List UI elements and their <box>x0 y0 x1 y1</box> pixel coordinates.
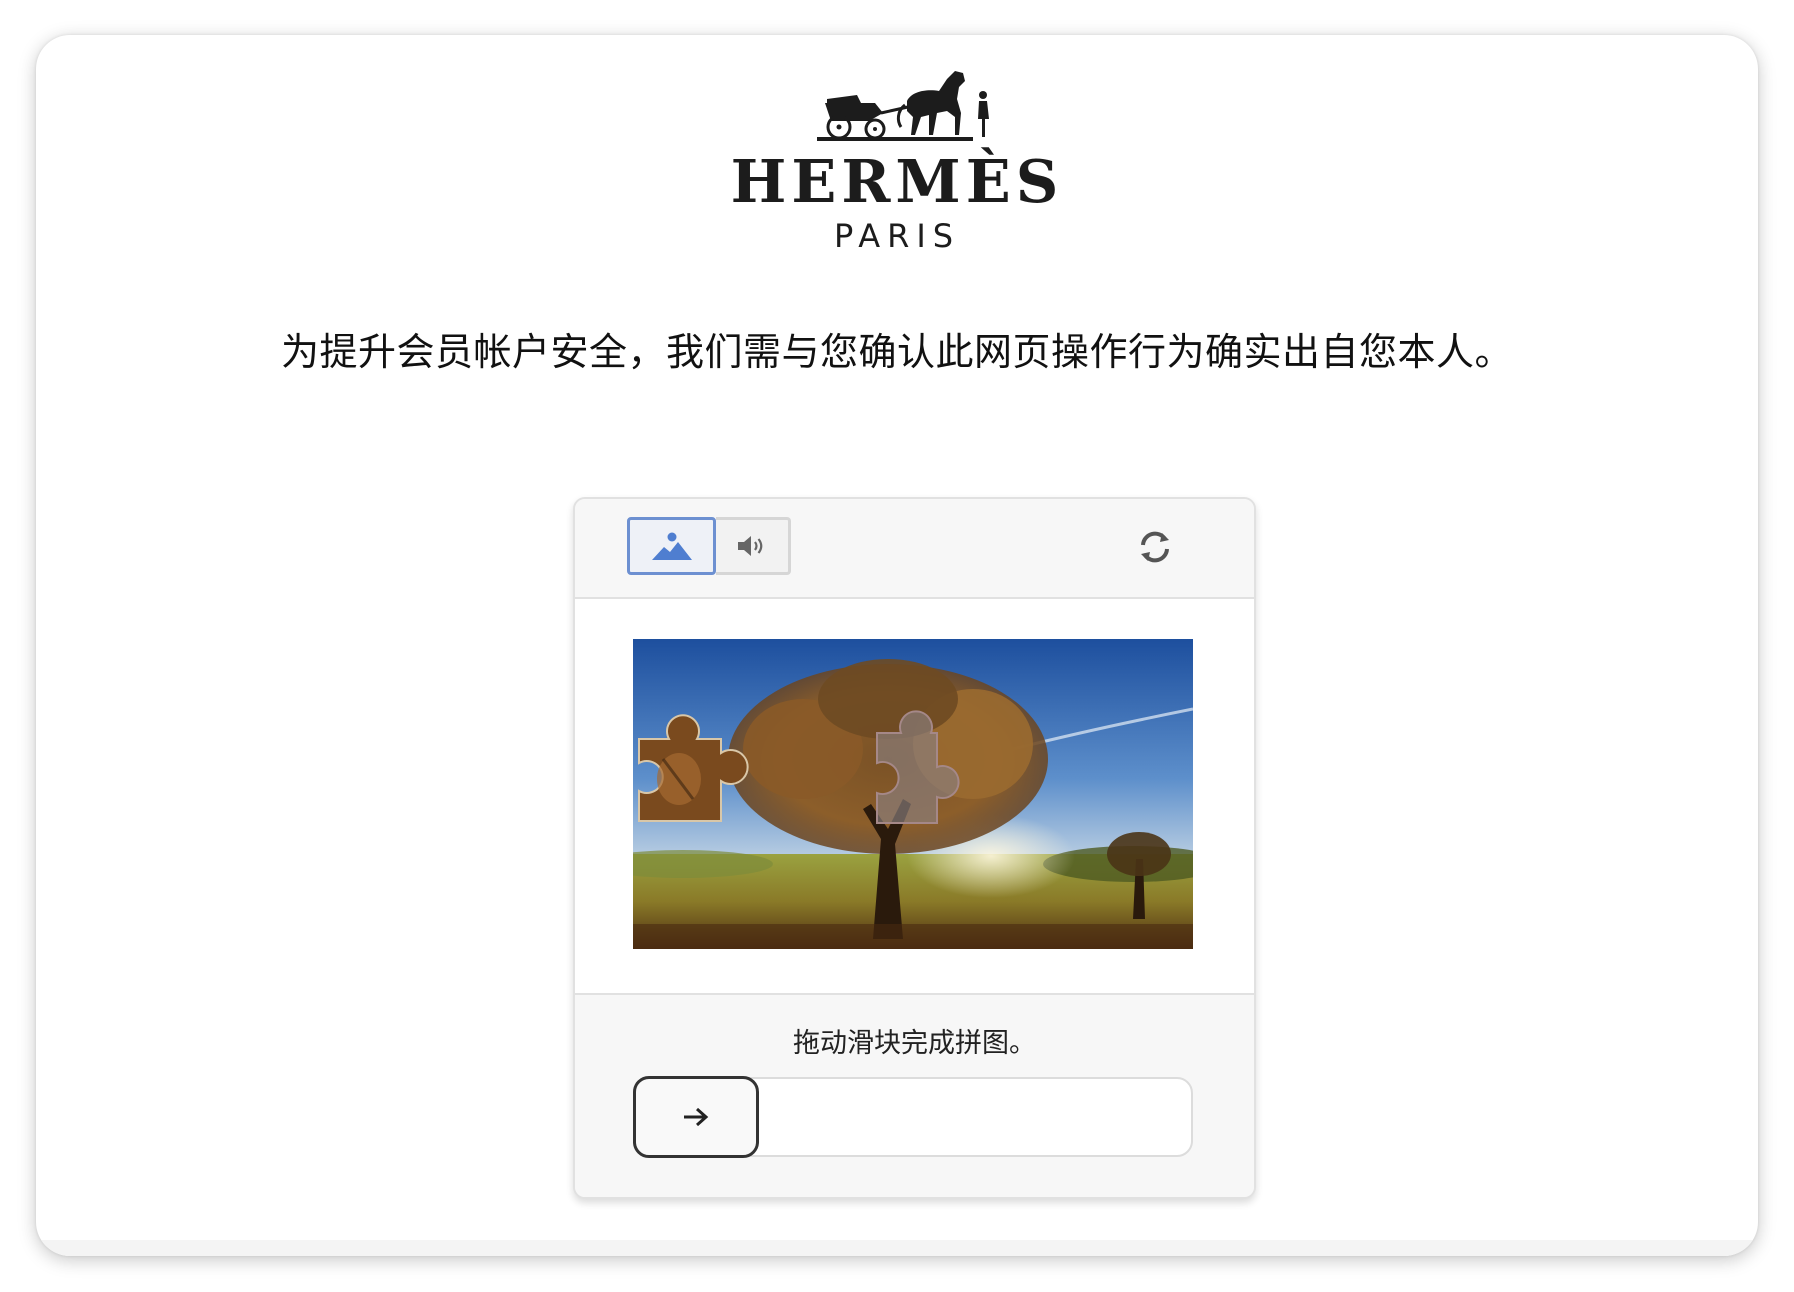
brand-logo <box>36 65 1758 149</box>
browser-window: HERMÈS PARIS 为提升会员帐户安全，我们需与您确认此网页操作行为确实出… <box>36 35 1758 1256</box>
image-mode-button[interactable] <box>627 517 716 575</box>
audio-mode-button[interactable] <box>716 517 791 575</box>
brand-subtitle: PARIS <box>833 217 961 255</box>
arrow-right-icon <box>684 1107 709 1127</box>
refresh-icon <box>1141 531 1169 563</box>
image-icon <box>651 532 692 560</box>
captcha-instruction: 拖动滑块完成拼图。 <box>793 1028 1036 1059</box>
captcha-widget: 拖动滑块完成拼图。 <box>573 497 1256 1199</box>
refresh-button[interactable] <box>1135 527 1175 567</box>
puzzle-image <box>633 639 1193 949</box>
slider-handle[interactable] <box>633 1076 759 1158</box>
captcha-footer: 拖动滑块完成拼图。 <box>575 997 1254 1197</box>
horse-carriage-logo-icon <box>817 71 989 141</box>
brand-name: HERMÈS <box>730 147 1064 216</box>
audio-icon <box>738 536 763 556</box>
window-bottom-edge <box>36 1240 1758 1256</box>
security-notice: 为提升会员帐户安全，我们需与您确认此网页操作行为确实出自您本人。 <box>280 330 1513 374</box>
captcha-header <box>575 499 1254 599</box>
captcha-puzzle-area <box>575 599 1254 995</box>
